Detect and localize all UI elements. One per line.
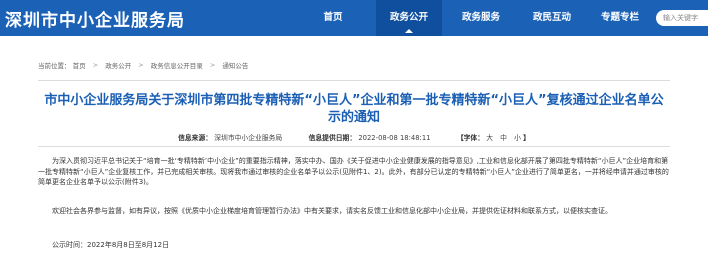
article-title: 市中小企业服务局关于深圳市第四批专精特新“小巨人”企业和第一批专精特新“小巨人”… — [44, 93, 664, 125]
font-size-large-button[interactable]: 大 — [486, 132, 493, 142]
font-size-small-button[interactable]: 小 — [514, 132, 521, 142]
nav-home[interactable]: 首页 — [305, 0, 361, 36]
breadcrumb-prefix: 当前位置： — [38, 62, 71, 70]
source-label: 信息来源： — [178, 134, 213, 142]
nav-special-topics[interactable]: 专题专栏 — [588, 0, 652, 36]
nav-government-services[interactable]: 政务服务 — [449, 0, 513, 36]
article-paragraph: 欢迎社会各界参与监督，如有异议，按照《优质中小企业梯度培育管理暂行办法》中有关要… — [52, 207, 612, 215]
breadcrumb-item-government-affairs-open[interactable]: 政务公开 — [105, 60, 131, 70]
date-label: 信息提供日期： — [308, 134, 357, 142]
breadcrumb: 当前位置： 首页 > 政务公开 > 政务信息公开目录 > 通知公告 — [38, 60, 248, 72]
breadcrumb-separator: > — [92, 61, 99, 69]
article-paragraph: 为深入贯彻习近平总书记关于“培育一批‘专精特新’中小企业”的重要指示精神，落实中… — [38, 157, 669, 186]
nav-government-services-label: 政务服务 — [461, 12, 500, 23]
nav-home-label: 首页 — [323, 12, 343, 23]
article-meta: 信息来源： 深圳市中小企业服务局 信息提供日期： 2022-08-08 18:4… — [0, 132, 708, 142]
source-value: 深圳市中小企业服务局 — [214, 134, 283, 142]
search-box — [656, 10, 708, 26]
font-size-close: 】 — [523, 134, 530, 142]
search-input[interactable] — [663, 12, 707, 24]
date-value: 2022-08-08 18:48:11 — [358, 134, 431, 142]
breadcrumb-item-home[interactable]: 首页 — [73, 60, 86, 70]
breadcrumb-separator: > — [138, 61, 144, 69]
breadcrumb-item-notices[interactable]: 通知公告 — [222, 60, 248, 70]
font-size-medium-button[interactable]: 中 — [500, 132, 507, 142]
font-size-label: 【字体： — [456, 134, 485, 142]
site-header: 深圳市中小企业服务局 首页 政务公开 政务服务 政民互动 专题专栏 — [0, 0, 708, 36]
nav-government-affairs-open[interactable]: 政务公开 — [376, 0, 442, 36]
breadcrumb-item-info-catalog[interactable]: 政务信息公开目录 — [151, 60, 203, 70]
nav-government-affairs-open-label: 政务公开 — [389, 12, 428, 23]
nav-public-interaction[interactable]: 政民互动 — [520, 0, 584, 36]
meta-divider — [38, 146, 670, 147]
breadcrumb-divider — [38, 80, 670, 81]
breadcrumb-separator: > — [209, 61, 216, 69]
nav-special-topics-label: 专题专栏 — [600, 12, 639, 23]
publicity-period: 公示时间：2022年8月8日至8月12日 — [52, 241, 170, 249]
nav-public-interaction-label: 政民互动 — [532, 12, 571, 23]
site-logo[interactable]: 深圳市中小企业服务局 — [5, 6, 185, 31]
